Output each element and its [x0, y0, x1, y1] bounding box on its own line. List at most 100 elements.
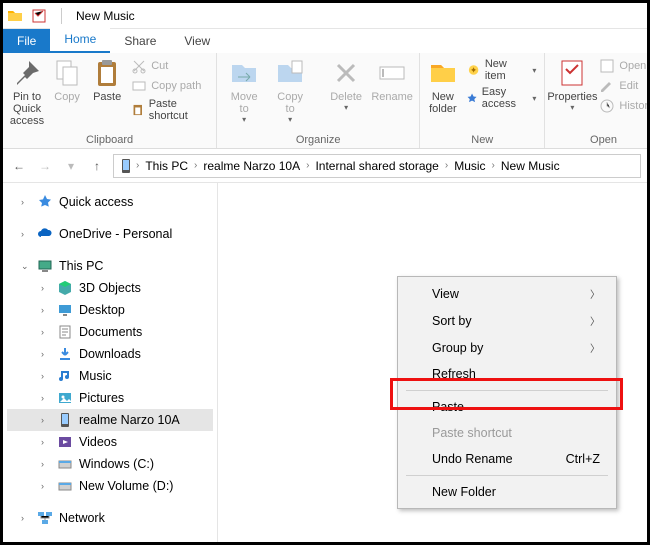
- back-button[interactable]: ←: [9, 156, 29, 176]
- properties-icon: [556, 57, 588, 89]
- tree-item[interactable]: ›Videos: [7, 431, 213, 453]
- tab-view[interactable]: View: [170, 29, 224, 53]
- tree-item[interactable]: ›Desktop: [7, 299, 213, 321]
- copy-to-button[interactable]: Copy to▾: [269, 57, 311, 124]
- tree-item-label: Music: [79, 369, 112, 383]
- open-button[interactable]: Open: [597, 57, 650, 75]
- chevron-down-icon: ▾: [570, 103, 574, 112]
- cloud-icon: [37, 226, 53, 242]
- copy-path-icon: [131, 78, 147, 94]
- open-icon: [599, 58, 615, 74]
- new-folder-icon: [427, 57, 459, 89]
- delete-button[interactable]: Delete▾: [325, 57, 367, 112]
- chevron-right-icon: ›: [136, 160, 139, 171]
- context-menu: View〉 Sort by〉 Group by〉 Refresh Paste P…: [397, 276, 617, 509]
- folder-type-icon: [57, 302, 73, 318]
- tree-item[interactable]: ›Documents: [7, 321, 213, 343]
- address-bar[interactable]: › This PC › realme Narzo 10A › Internal …: [113, 154, 641, 178]
- explorer-window: New Music File Home Share View Pin to Qu…: [0, 0, 650, 545]
- crumb-device[interactable]: realme Narzo 10A: [199, 159, 304, 173]
- tree-item[interactable]: ›3D Objects: [7, 277, 213, 299]
- folder-icon: [7, 8, 23, 24]
- tree-onedrive[interactable]: › OneDrive - Personal: [7, 223, 213, 245]
- qat-properties-icon[interactable]: [31, 8, 47, 24]
- pin-icon: [11, 57, 43, 89]
- chevron-down-icon: ▾: [344, 103, 348, 112]
- crumb-storage[interactable]: Internal shared storage: [311, 159, 442, 173]
- folder-type-icon: [57, 478, 73, 494]
- edit-button[interactable]: Edit: [597, 77, 650, 95]
- folder-type-icon: [57, 412, 73, 428]
- menu-separator: [406, 475, 608, 476]
- ribbon: Pin to Quick access Copy Paste Cut Copy …: [3, 53, 647, 149]
- chevron-right-icon: ›: [445, 160, 448, 171]
- tab-file[interactable]: File: [3, 29, 50, 53]
- paste-shortcut-button[interactable]: Paste shortcut: [129, 97, 210, 123]
- folder-type-icon: [57, 280, 73, 296]
- crumb-this-pc[interactable]: This PC: [141, 159, 192, 173]
- chevron-down-icon: ▾: [242, 115, 246, 124]
- chevron-down-icon: ▾: [532, 66, 536, 75]
- ctx-refresh[interactable]: Refresh: [400, 361, 614, 387]
- crumb-music[interactable]: Music: [450, 159, 489, 173]
- paste-button[interactable]: Paste: [89, 57, 125, 103]
- tree-item[interactable]: ›Music: [7, 365, 213, 387]
- paste-label: Paste: [93, 91, 121, 103]
- new-item-button[interactable]: ✦New item ▾: [464, 57, 539, 83]
- device-icon: [118, 158, 134, 174]
- chevron-right-icon: 〉: [590, 286, 600, 301]
- tab-home[interactable]: Home: [50, 27, 110, 53]
- cut-button[interactable]: Cut: [129, 57, 210, 75]
- ctx-undo[interactable]: Undo RenameCtrl+Z: [400, 446, 614, 472]
- crumb-new-music[interactable]: New Music: [497, 159, 564, 173]
- tab-share[interactable]: Share: [110, 29, 170, 53]
- tree-item[interactable]: ›Downloads: [7, 343, 213, 365]
- forward-button[interactable]: →: [35, 156, 55, 176]
- tree-item[interactable]: ›Pictures: [7, 387, 213, 409]
- expand-icon: ›: [41, 283, 51, 293]
- ctx-group-by[interactable]: Group by〉: [400, 334, 614, 361]
- qat-separator: [61, 8, 62, 24]
- new-folder-button[interactable]: New folder: [426, 57, 459, 115]
- up-button[interactable]: ↑: [87, 156, 107, 176]
- tree-item[interactable]: ›Windows (C:): [7, 453, 213, 475]
- delete-icon: [330, 57, 362, 89]
- navigation-pane: › Quick access › OneDrive - Personal ⌄ T…: [3, 183, 218, 542]
- expand-icon: ›: [41, 349, 51, 359]
- history-button[interactable]: History: [597, 97, 650, 115]
- window-title: New Music: [76, 9, 135, 23]
- move-to-icon: [228, 57, 260, 89]
- folder-type-icon: [57, 346, 73, 362]
- paste-shortcut-icon: [131, 102, 145, 118]
- tree-this-pc[interactable]: ⌄ This PC: [7, 255, 213, 277]
- move-to-button[interactable]: Move to▾: [223, 57, 265, 124]
- expand-icon: ›: [41, 481, 51, 491]
- easy-access-button[interactable]: Easy access ▾: [464, 85, 539, 111]
- tree-item-label: Pictures: [79, 391, 124, 405]
- properties-button[interactable]: Properties▾: [551, 57, 593, 112]
- pin-quick-access-button[interactable]: Pin to Quick access: [9, 57, 45, 127]
- title-bar: New Music: [3, 3, 647, 29]
- copy-button[interactable]: Copy: [49, 57, 85, 103]
- tree-quick-access[interactable]: › Quick access: [7, 191, 213, 213]
- ribbon-group-new: New folder ✦New item ▾ Easy access ▾ New: [420, 53, 545, 148]
- ctx-paste[interactable]: Paste: [400, 394, 614, 420]
- tree-item[interactable]: ›realme Narzo 10A: [7, 409, 213, 431]
- recent-locations-button[interactable]: ▾: [61, 156, 81, 176]
- svg-text:✦: ✦: [470, 65, 478, 75]
- tree-item[interactable]: ›New Volume (D:): [7, 475, 213, 497]
- ctx-sort-by[interactable]: Sort by〉: [400, 307, 614, 334]
- copy-label: Copy: [54, 91, 80, 103]
- rename-button[interactable]: Rename: [371, 57, 413, 103]
- copy-path-button[interactable]: Copy path: [129, 77, 210, 95]
- ctx-new-folder[interactable]: New Folder: [400, 479, 614, 505]
- ctx-view[interactable]: View〉: [400, 280, 614, 307]
- expand-icon: ›: [21, 513, 31, 523]
- ctx-paste-shortcut: Paste shortcut: [400, 420, 614, 446]
- paste-icon: [91, 57, 123, 89]
- tree-network[interactable]: › Network: [7, 507, 213, 529]
- tree-item-label: Windows (C:): [79, 457, 154, 471]
- folder-type-icon: [57, 390, 73, 406]
- expand-icon: ›: [41, 305, 51, 315]
- pc-icon: [37, 258, 53, 274]
